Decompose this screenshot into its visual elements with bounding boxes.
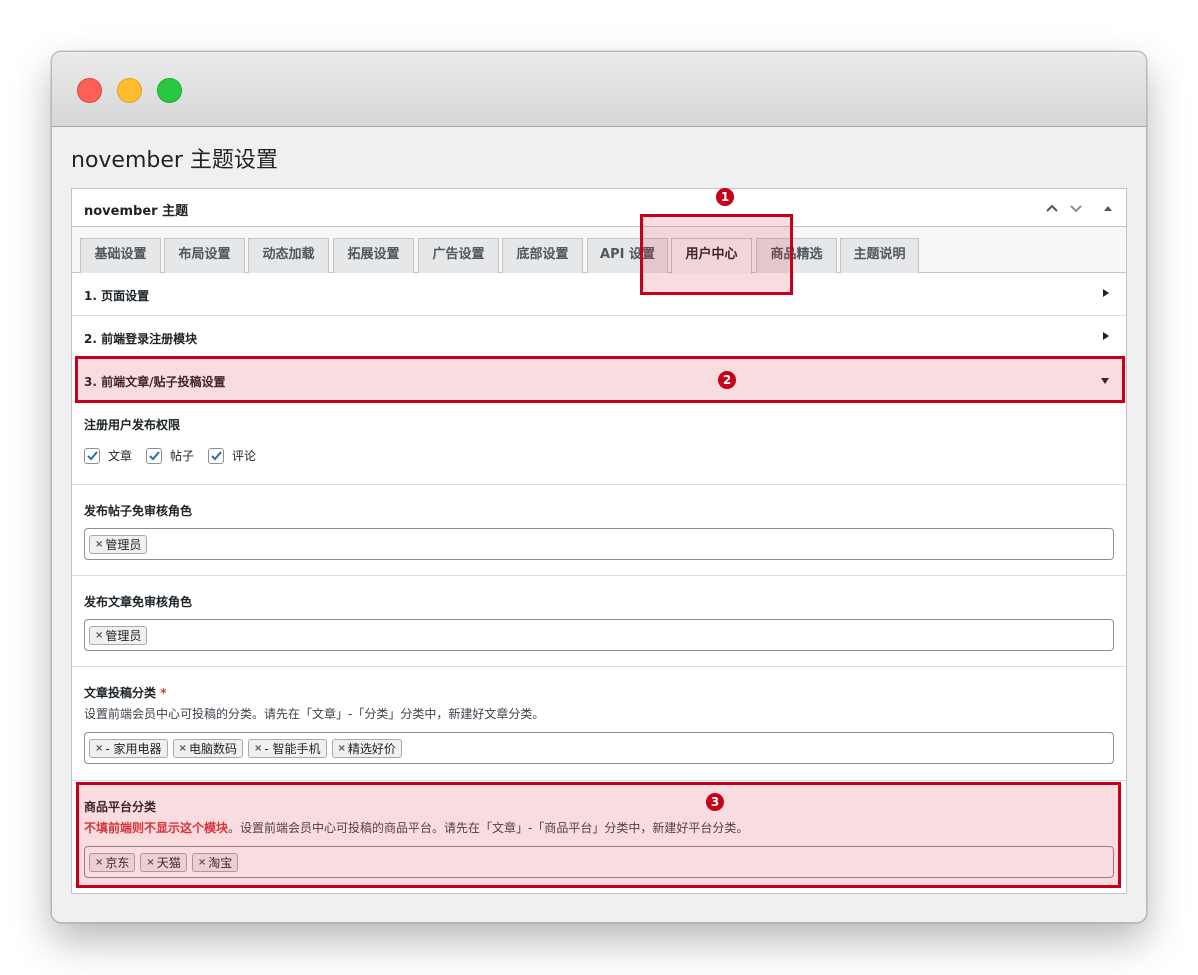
field-label: 文章投稿分类 * <box>84 686 167 700</box>
page-title: november 主题设置 <box>71 148 278 173</box>
checkbox-post[interactable]: 帖子 <box>146 447 194 464</box>
select-token: × 精选好价 <box>331 739 402 758</box>
checkbox-icon[interactable] <box>146 447 163 464</box>
close-window-button[interactable] <box>77 78 102 103</box>
panel-header: november 主题 <box>72 189 1126 227</box>
tab-theme-docs[interactable]: 主题说明 <box>840 238 919 273</box>
tab-user-center[interactable]: 用户中心 <box>671 238 752 274</box>
section-title: 3. 前端文章/贴子投稿设置 <box>84 375 226 389</box>
checkbox-label: 帖子 <box>170 449 195 463</box>
section-title: 1. 页面设置 <box>84 289 150 303</box>
field-label: 发布帖子免审核角色 <box>84 504 193 518</box>
caret-up-icon[interactable] <box>1098 198 1118 218</box>
warning-text: 不填前端则不显示这个模块 <box>84 821 229 835</box>
role-select[interactable]: × 管理员 <box>84 528 1114 560</box>
zoom-window-button[interactable] <box>157 78 182 103</box>
minimize-window-button[interactable] <box>117 78 142 103</box>
tab-extend[interactable]: 拓展设置 <box>333 238 414 273</box>
field-article-exempt-role: 发布文章免审核角色 × 管理员 <box>72 576 1126 667</box>
tab-products[interactable]: 商品精选 <box>756 238 837 273</box>
caret-right-icon <box>1103 332 1109 340</box>
field-post-exempt-role: 发布帖子免审核角色 × 管理员 <box>72 485 1126 576</box>
field-article-category: 文章投稿分类 * 设置前端会员中心可投稿的分类。请先在「文章」-「分类」分类中，… <box>72 667 1126 781</box>
app-window: november 主题设置 november 主题 基础设置 布局设置 动态加载… <box>51 51 1147 923</box>
tab-api[interactable]: API 设置 <box>587 238 668 273</box>
field-description: 设置前端会员中心可投稿的分类。请先在「文章」-「分类」分类中，新建好文章分类。 <box>84 707 545 721</box>
panel-title: november 主题 <box>84 204 189 219</box>
remove-token-icon[interactable]: × <box>95 743 103 754</box>
select-token: × 天猫 <box>140 853 187 872</box>
annotation-badge-1: 1 <box>716 188 734 206</box>
field-description: 不填前端则不显示这个模块。设置前端会员中心可投稿的商品平台。请先在「文章」-「商… <box>84 821 749 835</box>
checkbox-icon[interactable] <box>208 447 225 464</box>
tab-ads[interactable]: 广告设置 <box>418 238 499 273</box>
tab-footer[interactable]: 底部设置 <box>502 238 583 273</box>
remove-token-icon[interactable]: × <box>95 539 103 550</box>
checkbox-comment[interactable]: 评论 <box>208 447 256 464</box>
section-title: 2. 前端登录注册模块 <box>84 332 198 346</box>
annotation-badge-3: 3 <box>706 793 724 811</box>
category-select[interactable]: × - 家用电器 × 电脑数码 × - 智能手机 × 精选好价 <box>84 732 1114 764</box>
role-select[interactable]: × 管理员 <box>84 619 1114 651</box>
select-token: × 淘宝 <box>191 853 239 872</box>
field-publish-permission: 注册用户发布权限 文章 帖子 评论 <box>72 402 1126 485</box>
tab-layout[interactable]: 布局设置 <box>164 238 245 273</box>
select-token: × - 家用电器 <box>89 739 168 758</box>
remove-token-icon[interactable]: × <box>95 857 103 868</box>
select-token: × 京东 <box>89 853 136 872</box>
field-product-platform: 商品平台分类 不填前端则不显示这个模块。设置前端会员中心可投稿的商品平台。请先在… <box>72 781 1126 891</box>
remove-token-icon[interactable]: × <box>338 743 346 754</box>
chevron-up-icon[interactable] <box>1042 198 1062 218</box>
title-bar <box>52 52 1146 127</box>
remove-token-icon[interactable]: × <box>146 857 154 868</box>
remove-token-icon[interactable]: × <box>198 857 206 868</box>
platform-select[interactable]: × 京东 × 天猫 × 淘宝 <box>84 846 1114 878</box>
tab-basic[interactable]: 基础设置 <box>80 238 161 273</box>
checkbox-icon[interactable] <box>84 447 100 464</box>
tab-dynamic-load[interactable]: 动态加载 <box>248 238 329 273</box>
field-label: 商品平台分类 <box>84 800 157 814</box>
field-label: 注册用户发布权限 <box>84 418 181 432</box>
remove-token-icon[interactable]: × <box>254 743 262 754</box>
theme-settings-panel: november 主题 基础设置 布局设置 动态加载 拓展设置 广告设置 底部设… <box>71 188 1127 894</box>
checkbox-label: 评论 <box>232 449 257 463</box>
checkbox-label: 文章 <box>108 449 133 463</box>
chevron-down-icon[interactable] <box>1066 198 1086 218</box>
caret-right-icon <box>1103 289 1109 297</box>
remove-token-icon[interactable]: × <box>179 743 187 754</box>
select-token: × 管理员 <box>89 626 148 645</box>
select-token: × 管理员 <box>89 535 148 554</box>
field-label: 发布文章免审核角色 <box>84 595 193 609</box>
section-submission-settings[interactable]: 3. 前端文章/贴子投稿设置 <box>72 359 1126 402</box>
caret-down-icon <box>1101 378 1109 384</box>
section-login-register[interactable]: 2. 前端登录注册模块 <box>72 316 1126 359</box>
section-page-settings[interactable]: 1. 页面设置 <box>72 273 1126 316</box>
select-token: × - 智能手机 <box>247 739 327 758</box>
checkbox-article[interactable]: 文章 <box>84 447 132 464</box>
required-mark: * <box>160 686 167 700</box>
select-token: × 电脑数码 <box>172 739 243 758</box>
annotation-badge-2: 2 <box>718 371 736 389</box>
settings-tabs: 基础设置 布局设置 动态加载 拓展设置 广告设置 底部设置 API 设置 用户中… <box>72 227 1126 274</box>
remove-token-icon[interactable]: × <box>95 630 103 641</box>
